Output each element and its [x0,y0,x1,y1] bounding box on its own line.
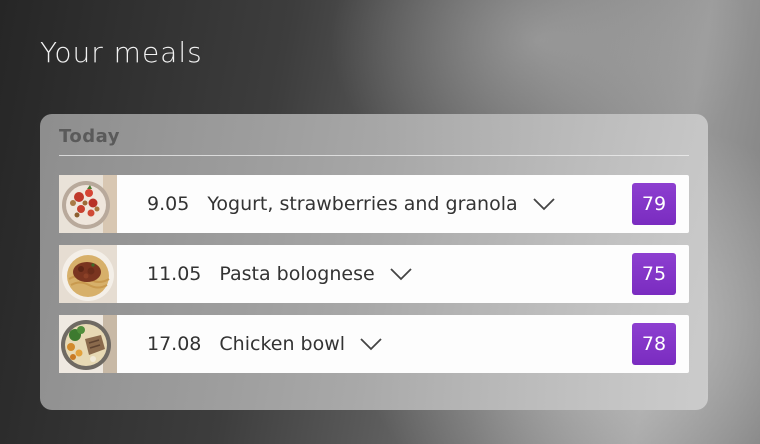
page-title: Your meals [40,36,203,69]
pasta-plate-photo [59,245,117,303]
meal-name: Pasta bolognese [219,263,375,285]
score-badge: 75 [632,253,676,295]
meal-row[interactable]: 11.05 Pasta bolognese 75 [59,245,689,303]
chevron-down-icon[interactable] [389,267,413,281]
meal-name: Chicken bowl [219,333,346,355]
score-badge: 78 [632,323,676,365]
meal-row[interactable]: 17.08 Chicken bowl 78 [59,315,689,373]
meal-row[interactable]: 9.05 Yogurt, strawberries and granola 79 [59,175,689,233]
chicken-bowl-photo [59,315,117,373]
meal-name: Yogurt, strawberries and granola [207,193,518,215]
section-header-today: Today [59,126,120,147]
meal-time: 11.05 [147,263,202,285]
section-divider [59,155,689,156]
meals-panel: Today 9.05 Yogurt, strawberries and gran… [40,114,708,410]
chevron-down-icon[interactable] [359,337,383,351]
score-badge: 79 [632,183,676,225]
meal-time: 9.05 [147,193,190,215]
yogurt-bowl-photo [59,175,117,233]
meal-time: 17.08 [147,333,202,355]
chevron-down-icon[interactable] [532,197,556,211]
